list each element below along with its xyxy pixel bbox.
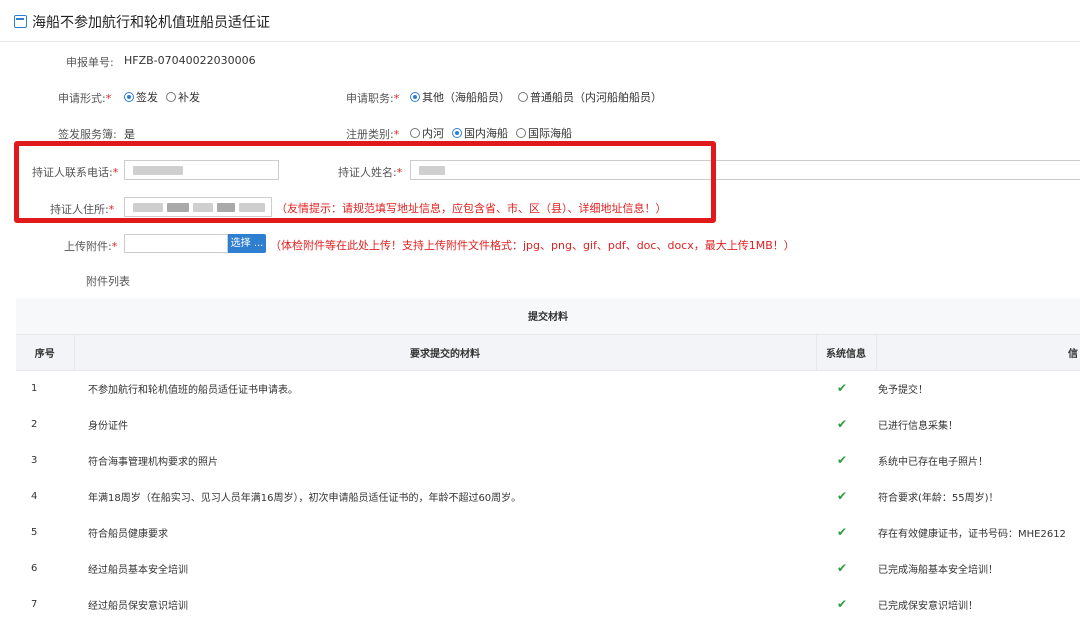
row-index: 6: [31, 562, 38, 574]
table-row: 5 符合船员健康要求 ✔ 存在有效健康证书，证书号码：MHE2612: [16, 514, 1080, 550]
radio-unchecked-icon: [410, 128, 420, 138]
register-type-radio-group: 内河 国内海船 国际海船: [410, 125, 578, 141]
radio-unchecked-icon: [516, 128, 526, 138]
report-no-label: 申报单号:: [66, 56, 114, 69]
row-index: 2: [31, 418, 38, 430]
attachment-label: 上传附件:*: [64, 240, 118, 253]
row-index: 4: [31, 490, 38, 502]
check-icon: ✔: [836, 525, 848, 539]
row-material: 不参加航行和轮机值班的船员适任证书申请表。: [88, 384, 298, 396]
apply-position-option-sea[interactable]: 其他（海船船员）: [410, 89, 510, 105]
register-type-option-international-sea[interactable]: 国际海船: [516, 125, 572, 141]
row-material: 年满18周岁（在船实习、见习人员年满16周岁），初次申请船员适任证书的，年龄不超…: [88, 492, 522, 504]
row-material: 经过船员保安意识培训: [88, 600, 188, 612]
row-info: 系统中已存在电子照片！: [878, 456, 988, 468]
apply-form-radio-group: 签发 补发: [124, 89, 206, 105]
table-row: 1 不参加航行和轮机值班的船员适任证书申请表。 ✔ 免予提交！: [16, 370, 1080, 406]
check-icon: ✔: [836, 453, 848, 467]
materials-table-body: 1 不参加航行和轮机值班的船员适任证书申请表。 ✔ 免予提交！ 2 身份证件 ✔ 已进行信息采…: [16, 370, 1080, 622]
table-row: 6 经过船员基本安全培训 ✔ 已完成海船基本安全培训！: [16, 550, 1080, 586]
apply-form-option-issue[interactable]: 签发: [124, 89, 158, 105]
radio-checked-icon: [124, 92, 134, 102]
row-material: 经过船员基本安全培训: [88, 564, 188, 576]
register-type-option-domestic-sea[interactable]: 国内海船: [452, 125, 508, 141]
apply-position-radio-group: 其他（海船船员） 普通船员（内河船舶船员）: [410, 89, 668, 105]
table-row: 7 经过船员保安意识培训 ✔ 已完成保安意识培训！: [16, 586, 1080, 622]
row-info: 已完成海船基本安全培训！: [878, 564, 998, 576]
service-book-value: 是: [124, 128, 135, 141]
table-row: 3 符合海事管理机构要求的照片 ✔ 系统中已存在电子照片！: [16, 442, 1080, 478]
row-info: 已完成保安意识培训！: [878, 600, 978, 612]
check-icon: ✔: [836, 561, 848, 575]
col-header-system-info: 系统信息: [815, 333, 876, 371]
table-row: 4 年满18周岁（在船实习、见习人员年满16周岁），初次申请船员适任证书的，年龄不…: [16, 478, 1080, 514]
radio-checked-icon: [452, 128, 462, 138]
col-header-material: 要求提交的材料: [73, 333, 816, 371]
choose-file-button[interactable]: 选择 ...: [228, 234, 266, 253]
row-material: 符合海事管理机构要求的照片: [88, 456, 218, 468]
table-row: 2 身份证件 ✔ 已进行信息采集！: [16, 406, 1080, 442]
form-document-icon: [14, 15, 27, 28]
row-index: 5: [31, 526, 38, 538]
row-index: 3: [31, 454, 38, 466]
radio-unchecked-icon: [166, 92, 176, 102]
service-book-label: 签发服务簿:: [58, 128, 117, 141]
materials-group-header: 提交材料: [16, 298, 1080, 334]
col-header-info: 信: [875, 333, 1080, 371]
apply-position-label: 申请职务:*: [346, 92, 400, 105]
check-icon: ✔: [836, 417, 848, 431]
check-icon: ✔: [836, 381, 848, 396]
attachment-list-label: 附件列表: [86, 275, 130, 288]
row-info: 符合要求(年龄：55周岁)！: [878, 492, 999, 504]
materials-table: 提交材料 序号 要求提交的材料 系统信息 信 1 不参加航行和轮机值班的船员适任证…: [16, 298, 1080, 622]
radio-checked-icon: [410, 92, 420, 102]
highlight-box: [14, 141, 716, 223]
check-icon: ✔: [836, 597, 848, 611]
register-type-label: 注册类别:*: [346, 128, 400, 141]
attachment-hint: （体检附件等在此处上传！支持上传附件文件格式：jpg、png、gif、pdf、d…: [270, 239, 795, 252]
register-type-option-inland[interactable]: 内河: [410, 125, 444, 141]
row-info: 免予提交！: [878, 384, 928, 396]
report-no-value: HFZB-07040022030006: [124, 54, 256, 67]
page-title: 海船不参加航行和轮机值班船员适任证: [32, 15, 270, 31]
radio-unchecked-icon: [518, 92, 528, 102]
row-material: 身份证件: [88, 420, 128, 432]
col-header-index: 序号: [16, 333, 74, 371]
row-info: 已进行信息采集！: [878, 420, 958, 432]
apply-form-label: 申请形式:*: [58, 92, 112, 105]
attachment-file-input[interactable]: [124, 234, 228, 253]
apply-position-option-inland[interactable]: 普通船员（内河船舶船员）: [518, 89, 662, 105]
row-index: 1: [31, 382, 38, 394]
apply-form-option-reissue[interactable]: 补发: [166, 89, 200, 105]
row-material: 符合船员健康要求: [88, 528, 168, 540]
check-icon: ✔: [836, 489, 848, 503]
row-index: 7: [31, 598, 38, 610]
row-info: 存在有效健康证书，证书号码：MHE2612: [878, 528, 1066, 540]
